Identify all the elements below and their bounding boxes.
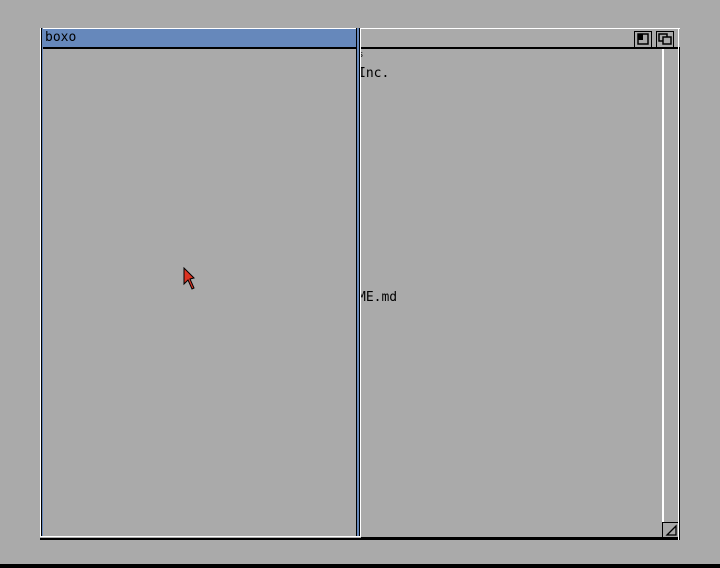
- list-item[interactable]: Inc.: [358, 67, 389, 81]
- back-window-content: s Inc. ME.md: [358, 49, 662, 538]
- window-left-border: [40, 28, 43, 540]
- window-titlebar[interactable]: boxo: [43, 29, 358, 47]
- mouse-pointer-icon: [183, 266, 195, 295]
- back-window-bottom-border: [358, 537, 680, 540]
- screen-bottom-edge: [0, 564, 720, 568]
- back-window-titlebar[interactable]: [358, 28, 680, 49]
- zoom-icon[interactable]: [634, 31, 652, 48]
- back-window-right-edge: [678, 28, 679, 540]
- list-item[interactable]: ME.md: [358, 291, 397, 305]
- titlebar-divider: [40, 47, 361, 49]
- window-bottom-border: [40, 536, 361, 540]
- boxo-window[interactable]: boxo: [40, 28, 361, 540]
- window-right-border: [356, 28, 361, 540]
- back-window[interactable]: s Inc. ME.md: [358, 28, 680, 540]
- depth-icon[interactable]: [656, 31, 674, 48]
- window-title: boxo: [45, 30, 77, 45]
